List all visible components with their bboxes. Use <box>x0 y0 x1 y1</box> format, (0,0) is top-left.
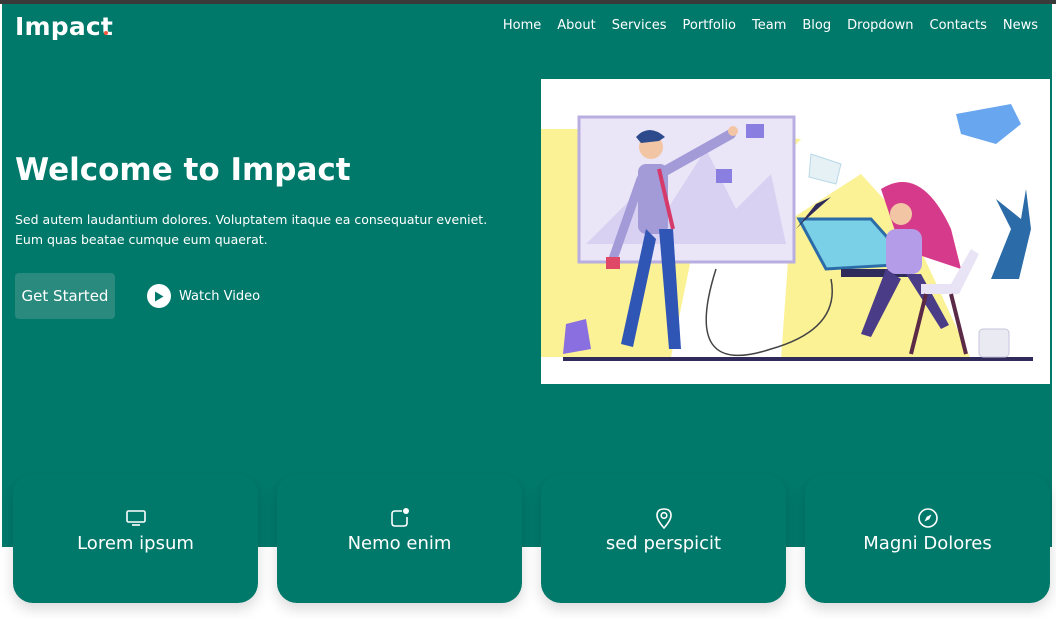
compass-icon <box>917 507 939 529</box>
nav-dropdown[interactable]: Dropdown <box>847 18 913 33</box>
get-started-button[interactable]: Get Started <box>15 273 115 319</box>
watch-video-link[interactable]: Watch Video <box>147 284 260 308</box>
nav-home[interactable]: Home <box>503 18 541 33</box>
watch-video-label: Watch Video <box>179 288 261 304</box>
nav-blog[interactable]: Blog <box>802 18 831 33</box>
feature-card-magni-dolores[interactable]: Magni Dolores <box>805 474 1050 603</box>
feature-card-lorem-ipsum[interactable]: Lorem ipsum <box>13 474 258 603</box>
nav-services[interactable]: Services <box>612 18 667 33</box>
logo-dot <box>104 31 108 35</box>
hero-description: Sed autem laudantium dolores. Voluptatem… <box>15 212 488 247</box>
main-nav: Home About Services Portfolio Team Blog … <box>503 18 1038 33</box>
card-title: Nemo enim <box>347 533 452 554</box>
card-title: Magni Dolores <box>863 533 992 554</box>
notification-icon <box>389 507 411 529</box>
site-logo[interactable]: Impact <box>15 12 113 41</box>
hero-illustration <box>541 79 1050 384</box>
play-icon <box>147 284 171 308</box>
nav-team[interactable]: Team <box>752 18 786 33</box>
location-pin-icon <box>655 507 673 529</box>
card-title: Lorem ipsum <box>77 533 194 554</box>
nav-portfolio[interactable]: Portfolio <box>683 18 736 33</box>
nav-news[interactable]: News <box>1003 18 1038 33</box>
feature-card-nemo-enim[interactable]: Nemo enim <box>277 474 522 603</box>
hero-title: Welcome to Impact <box>15 152 351 188</box>
nav-contacts[interactable]: Contacts <box>930 18 987 33</box>
office-illustration <box>541 104 1033 361</box>
feature-card-sed-perspicit[interactable]: sed perspicit <box>541 474 786 603</box>
monitor-icon <box>125 507 147 529</box>
card-title: sed perspicit <box>605 533 722 554</box>
nav-about[interactable]: About <box>557 18 595 33</box>
